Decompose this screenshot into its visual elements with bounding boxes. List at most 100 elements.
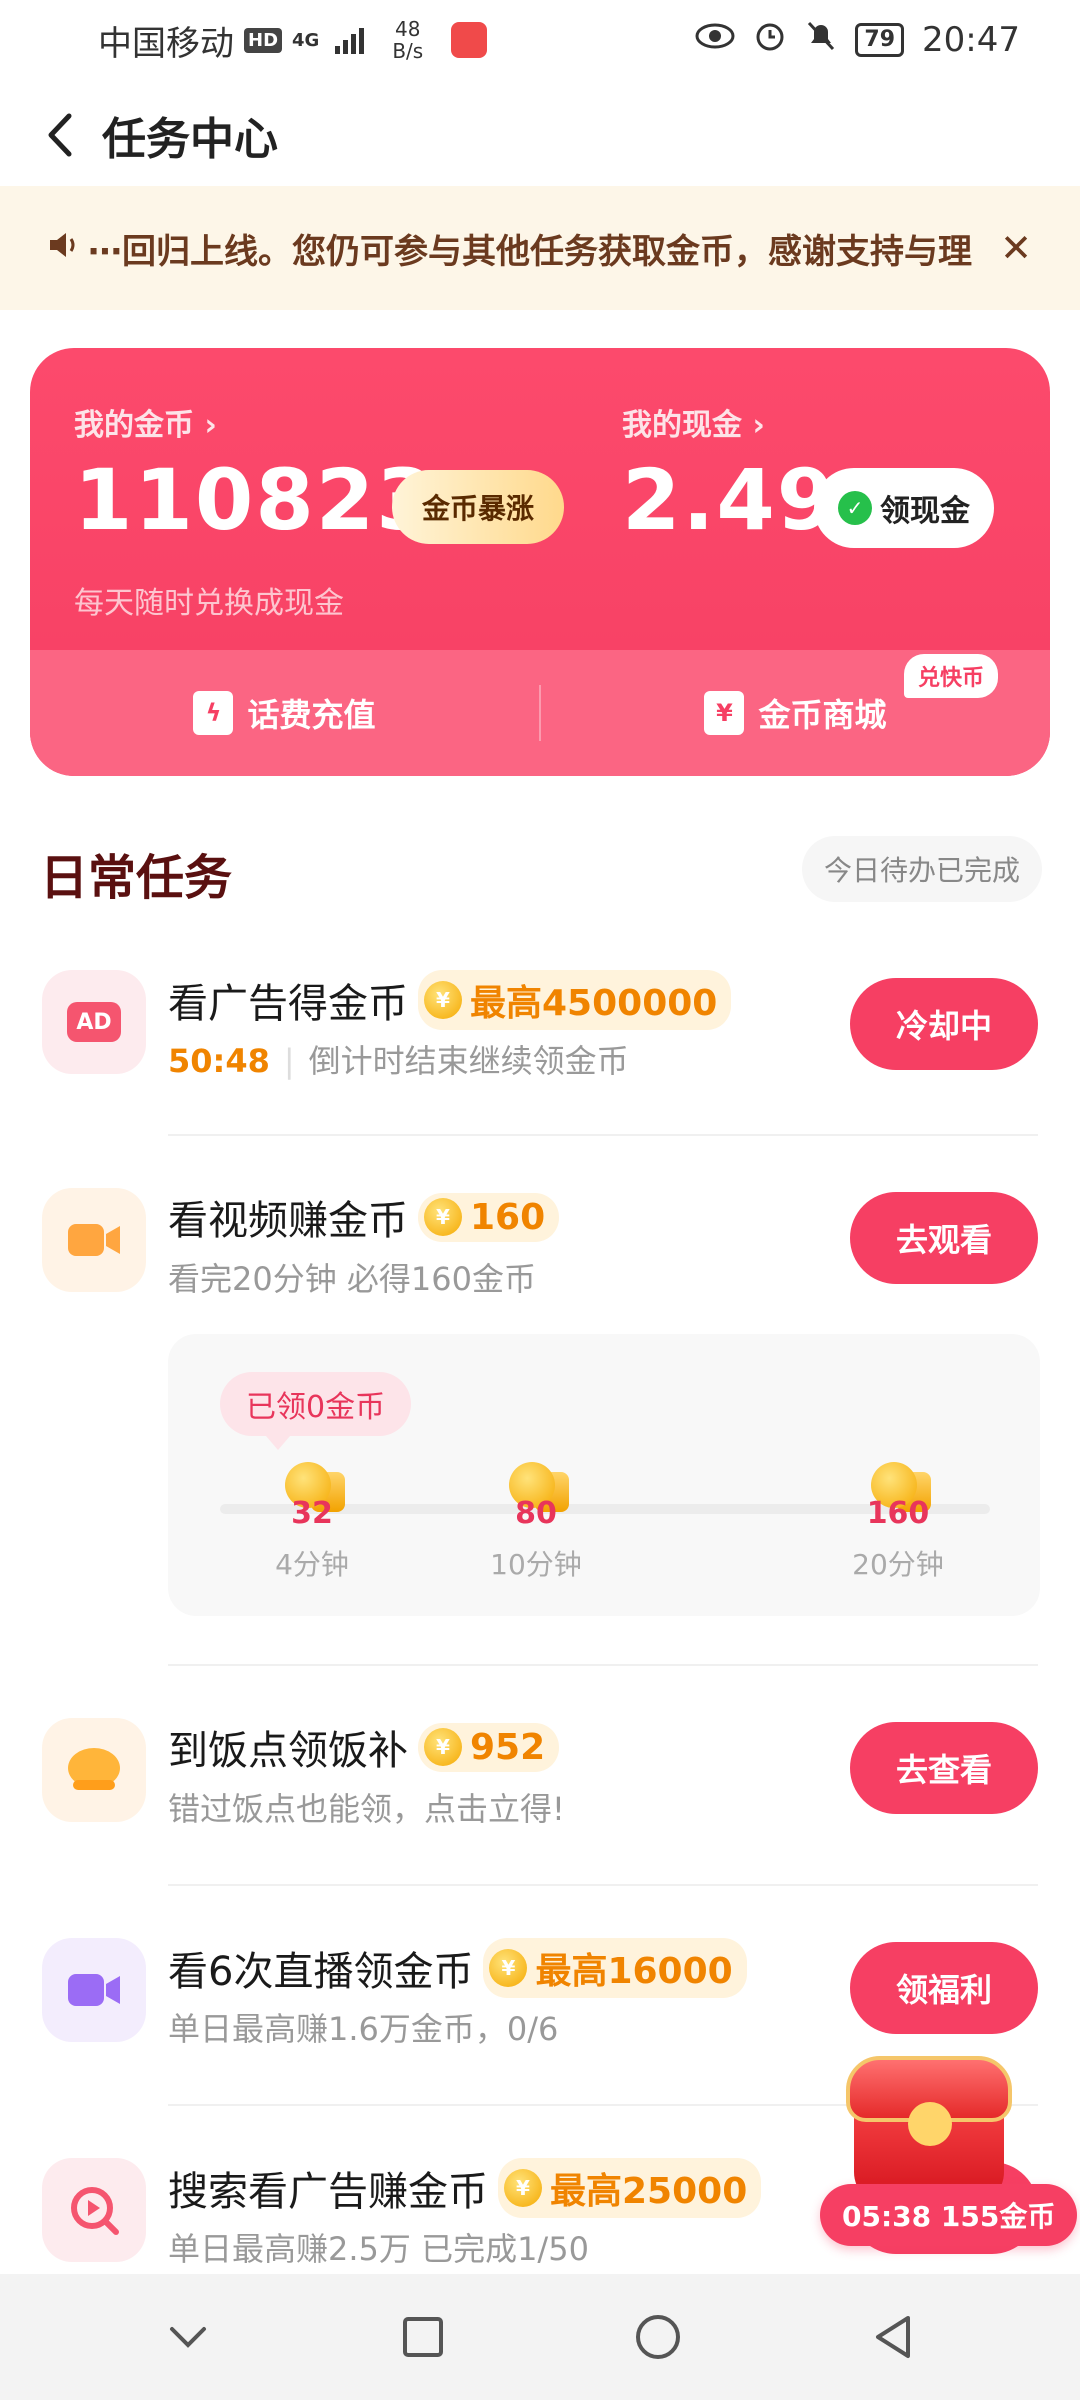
task-desc: 单日最高赚2.5万 已完成1/50 (168, 2230, 589, 2268)
speaker-icon (48, 228, 82, 269)
task-title-text: 搜索看广告赚金币 (168, 2169, 488, 2215)
claimed-bubble: 已领0金币 (220, 1372, 412, 1450)
task-separator (168, 1134, 1038, 1136)
coins-value: 110823 (74, 451, 437, 549)
task-title: 看6次直播领金币 ¥ 最高16000 (168, 1938, 747, 1998)
coin-boost-button[interactable]: 金币暴涨 (392, 470, 565, 544)
watch-button[interactable]: 去观看 (850, 1192, 1038, 1284)
page-title: 任务中心 (102, 114, 278, 165)
milestone: 80 10分钟 (476, 1462, 596, 1583)
signal-icon (335, 26, 365, 54)
task-title: 到饭点领饭补 ¥952 (168, 1718, 560, 1776)
wallet-card: 我的金币 › 110823 金币暴涨 我的现金 › 2.49 ✓ 领现金 每天随… (30, 348, 1050, 776)
daily-tasks-title: 日常任务 (40, 850, 233, 906)
task-title-text: 到饭点领饭补 (168, 1728, 408, 1774)
yen-ticket-icon: ¥ (704, 691, 745, 735)
recharge-label: 话费充值 (247, 696, 376, 734)
separator: | (283, 1042, 295, 1080)
daily-status-pill: 今日待办已完成 (801, 836, 1042, 902)
search-play-icon (42, 2158, 146, 2262)
view-button[interactable]: 去查看 (850, 1722, 1038, 1814)
milestone-label: 4分钟 (275, 1548, 349, 1581)
coin-icon: ¥ (489, 1949, 528, 1987)
status-right: 79 20:47 (695, 19, 1020, 61)
milestone: 32 4分钟 (252, 1462, 372, 1583)
treasure-timer-pill[interactable]: 05:38 155金币 (820, 2184, 1078, 2246)
task-title: 看广告得金币 ¥ 最高4500000 (168, 970, 732, 1030)
cash-value: 2.49 (622, 451, 838, 549)
battery-indicator: 79 (855, 23, 905, 57)
status-bar: 中国移动 HD 4G 48 B/s 79 20:47 (0, 0, 1080, 80)
speed-value: 48 (395, 17, 421, 41)
ad-icon: AD (42, 970, 146, 1074)
task-separator (168, 1884, 1038, 1886)
reward-value: 952 (470, 1726, 546, 1768)
close-icon[interactable]: ✕ (1000, 226, 1032, 270)
back-triangle-icon[interactable] (858, 2302, 928, 2372)
countdown: 50:48 (168, 1042, 270, 1080)
coin-icon: ¥ (424, 1728, 462, 1766)
task-desc: 错过饭点也能领，点击立得! (168, 1790, 565, 1828)
recharge-button[interactable]: ϟ 话费充值 (30, 690, 539, 736)
wechat-icon: ✓ (838, 491, 872, 525)
coins-label[interactable]: 我的金币 › (74, 400, 217, 444)
task-separator (168, 1664, 1038, 1666)
eye-icon (695, 22, 735, 58)
reward-value: 最高16000 (535, 1951, 733, 1992)
status-left: 中国移动 HD 4G 48 B/s (98, 16, 488, 65)
coin-icon: ¥ (424, 1198, 462, 1236)
coin-icon: ¥ (424, 981, 462, 1019)
mall-tag-badge: 兑快币 (903, 654, 998, 698)
speed-unit: B/s (392, 39, 424, 63)
network-label: 4G (292, 29, 320, 51)
reward-value: 最高4500000 (470, 983, 718, 1024)
milestone-value: 32 (291, 1496, 333, 1531)
title-bar: 任务中心 (0, 90, 1080, 180)
lightning-icon: ϟ (193, 691, 234, 735)
alarm-icon (753, 19, 787, 61)
mute-bell-icon (805, 19, 837, 61)
milestone-value: 80 (515, 1496, 557, 1531)
reward-badge: ¥ 最高4500000 (418, 970, 732, 1030)
task-title-text: 看6次直播领金币 (168, 1949, 474, 1995)
wallet-shortcuts: ϟ 话费充值 ¥ 金币商城 (30, 650, 1050, 776)
task-desc: 50:48 | 倒计时结束继续领金币 (168, 1036, 629, 1082)
video-progress-card: 已领0金币 32 4分钟 80 10分钟 160 20分钟 (168, 1334, 1040, 1616)
network-speed: 48 B/s (392, 18, 423, 62)
mall-label: 金币商城 (758, 696, 887, 734)
task-title: 搜索看广告赚金币 ¥ 最高25000 (168, 2158, 762, 2218)
chevron-down-icon[interactable] (153, 2302, 223, 2372)
meal-bowl-icon (42, 1718, 146, 1822)
reward-badge: ¥ 最高16000 (483, 1938, 747, 1998)
back-icon[interactable] (30, 105, 90, 165)
milestone-label: 10分钟 (490, 1548, 582, 1581)
milestone-label: 20分钟 (852, 1548, 944, 1581)
task-title-text: 看广告得金币 (168, 981, 408, 1027)
cooldown-button[interactable]: 冷却中 (850, 978, 1038, 1070)
reward-value: 最高25000 (550, 2171, 748, 2212)
milestone: 160 20分钟 (838, 1462, 958, 1583)
reward-badge: ¥952 (418, 1722, 560, 1772)
get-benefit-button[interactable]: 领福利 (850, 1942, 1038, 2034)
clock: 20:47 (922, 20, 1020, 60)
withdraw-cash-button[interactable]: ✓ 领现金 (814, 468, 994, 548)
hd-badge: HD (244, 27, 283, 53)
reward-badge: ¥ 最高25000 (498, 2158, 762, 2218)
notice-banner[interactable]: ⋯回归上线。您仍可参与其他任务获取金币，感谢支持与理 ✕ (0, 186, 1080, 310)
carrier-label: 中国移动 (98, 23, 234, 64)
task-desc: 看完20分钟 必得160金币 (168, 1260, 536, 1298)
recents-square-icon[interactable] (388, 2302, 458, 2372)
task-title: 看视频赚金币 ¥160 (168, 1188, 560, 1246)
home-circle-icon[interactable] (623, 2302, 693, 2372)
cash-label[interactable]: 我的现金 › (622, 400, 765, 444)
task-desc-text: 倒计时结束继续领金币 (308, 1042, 629, 1080)
reward-badge: ¥160 (418, 1192, 560, 1242)
task-desc: 单日最高赚1.6万金币，0/6 (168, 2010, 559, 2048)
task-row: AD 看广告得金币 ¥ 最高4500000 50:48 | 倒计时结束继续领金币 冷却… (0, 970, 1080, 1170)
video-icon (42, 1188, 146, 1292)
task-row: 到饭点领饭补 ¥952 错过饭点也能领，点击立得! 去查看 (0, 1718, 1080, 1918)
live-camera-icon (42, 1938, 146, 2042)
app-notification-icon (451, 22, 488, 58)
task-title-text: 看视频赚金币 (168, 1198, 408, 1244)
milestone-value: 160 (866, 1496, 930, 1531)
